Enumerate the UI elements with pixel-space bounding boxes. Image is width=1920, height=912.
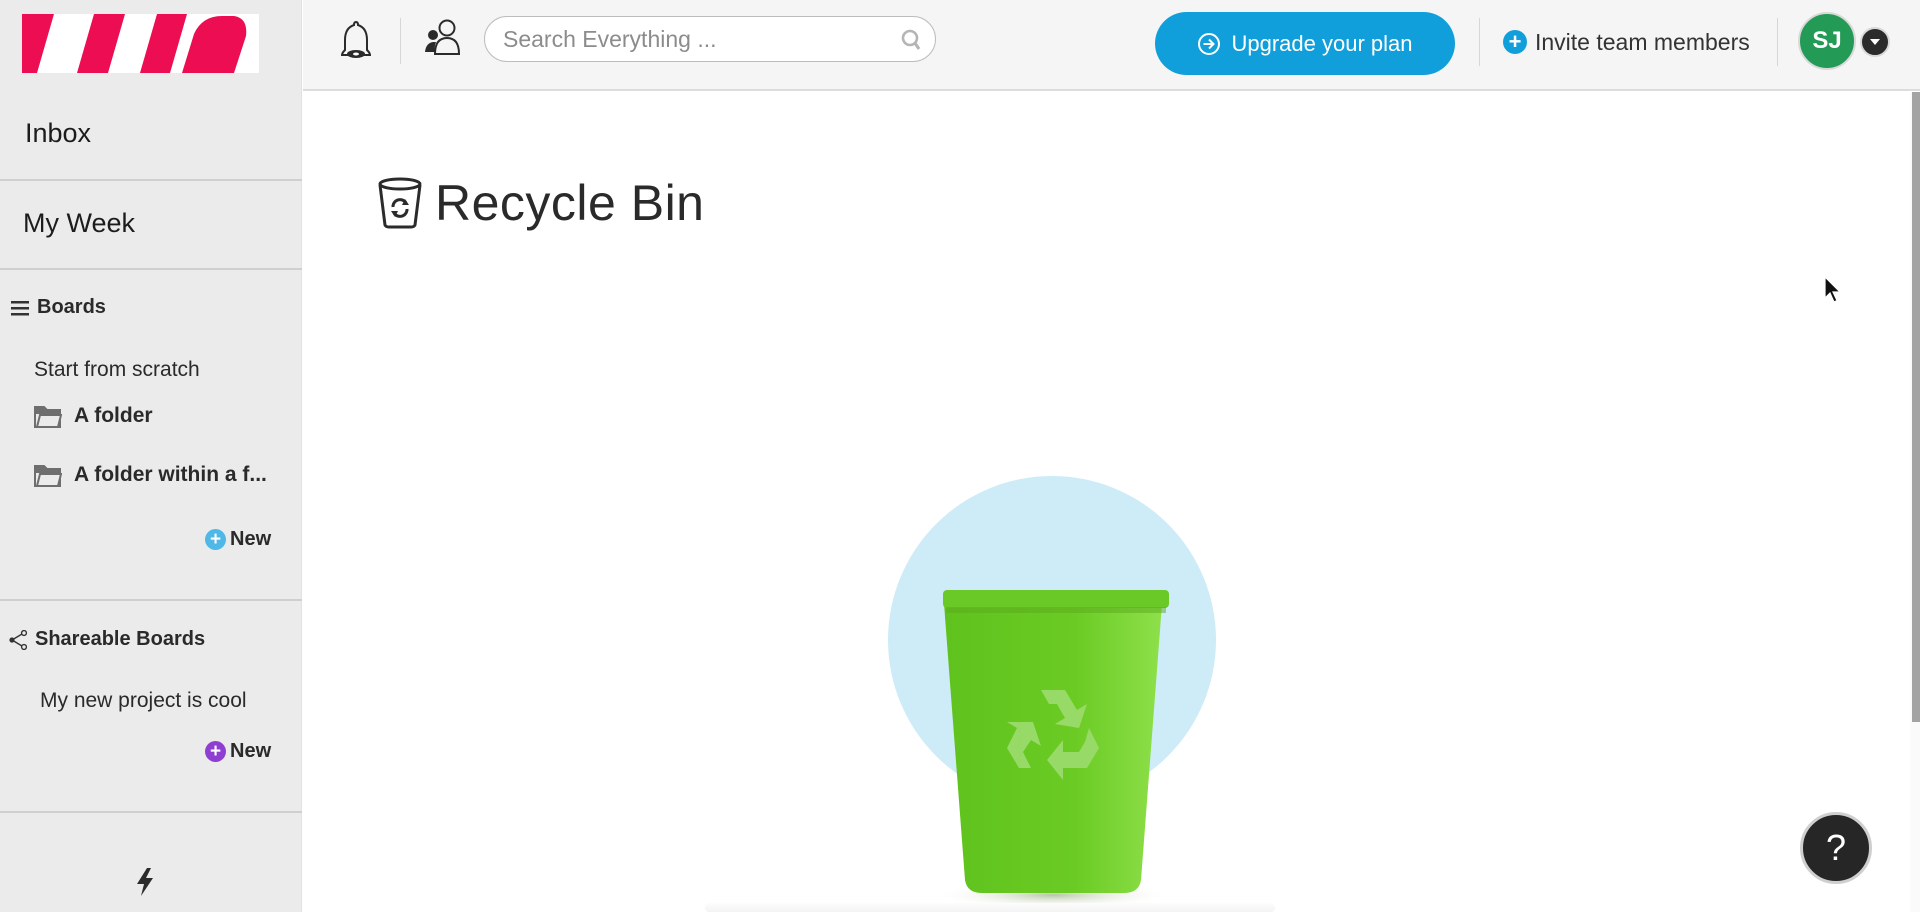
sidebar-folder-item[interactable]: A folder	[34, 404, 153, 428]
scrollbar-thumb[interactable]	[1912, 92, 1920, 722]
main-content: Recycle Bin	[303, 92, 1910, 912]
search-box	[484, 16, 936, 62]
header-divider	[400, 18, 401, 64]
app-logo[interactable]	[22, 14, 259, 73]
bolt-icon[interactable]	[135, 868, 155, 901]
sidebar-item-my-week[interactable]: My Week	[23, 208, 135, 239]
header-divider	[1479, 18, 1480, 66]
sidebar-folder-item[interactable]: A folder within a f...	[34, 463, 267, 487]
main-scrollbar[interactable]	[1910, 92, 1920, 912]
search-input[interactable]	[503, 23, 893, 55]
page-title: Recycle Bin	[377, 174, 705, 232]
help-button[interactable]: ?	[1800, 812, 1872, 884]
user-avatar[interactable]: SJ	[1798, 12, 1856, 70]
boards-section-header[interactable]: Boards	[11, 296, 106, 319]
sidebar-shareable-board-item[interactable]: My new project is cool	[40, 689, 247, 713]
new-shareable-board-button[interactable]: + New	[205, 740, 271, 763]
boards-section-title: Boards	[37, 296, 106, 318]
sidebar-item-inbox[interactable]: Inbox	[25, 118, 91, 149]
mouse-cursor-icon	[1824, 275, 1844, 309]
header-divider	[1777, 18, 1778, 66]
folder-icon	[34, 463, 62, 487]
sidebar-divider	[0, 179, 302, 181]
shareable-section-title: Shareable Boards	[35, 628, 206, 650]
arrow-circle-right-icon	[1197, 32, 1221, 56]
upgrade-plan-label: Upgrade your plan	[1231, 30, 1413, 56]
team-icon[interactable]	[423, 18, 463, 58]
share-icon	[9, 629, 27, 650]
menu-icon	[11, 300, 29, 316]
recycle-bin-icon	[377, 177, 423, 229]
sidebar-divider	[0, 268, 302, 270]
plus-icon: +	[205, 529, 226, 550]
bell-icon[interactable]	[338, 20, 374, 60]
plus-circle-icon: +	[1503, 30, 1527, 54]
top-header: Upgrade your plan + Invite team members …	[303, 0, 1920, 91]
sidebar: Inbox My Week Boards Start from scratch …	[0, 0, 302, 912]
new-board-label: New	[230, 528, 272, 550]
app-root: Inbox My Week Boards Start from scratch …	[0, 0, 1920, 912]
sidebar-board-item[interactable]: Start from scratch	[34, 358, 200, 382]
folder-label: A folder within a f...	[74, 463, 267, 486]
folder-label: A folder	[74, 404, 153, 427]
empty-recycle-bin-illustration	[888, 475, 1288, 912]
caret-down-icon	[1870, 39, 1880, 45]
folder-icon	[34, 404, 62, 428]
search-icon[interactable]	[901, 29, 921, 56]
page-title-text: Recycle Bin	[435, 175, 705, 231]
upgrade-plan-button[interactable]: Upgrade your plan	[1155, 12, 1455, 75]
sidebar-divider	[0, 811, 302, 813]
shareable-section-header[interactable]: Shareable Boards	[9, 628, 205, 651]
account-dropdown-button[interactable]	[1860, 27, 1890, 57]
new-shareable-label: New	[230, 740, 272, 762]
plus-icon: +	[205, 741, 226, 762]
illustration-floor	[705, 903, 1275, 912]
new-board-button[interactable]: + New	[205, 528, 271, 551]
invite-team-label: Invite team members	[1535, 28, 1750, 55]
invite-team-button[interactable]: + Invite team members	[1503, 20, 1750, 64]
sidebar-divider	[0, 599, 302, 601]
